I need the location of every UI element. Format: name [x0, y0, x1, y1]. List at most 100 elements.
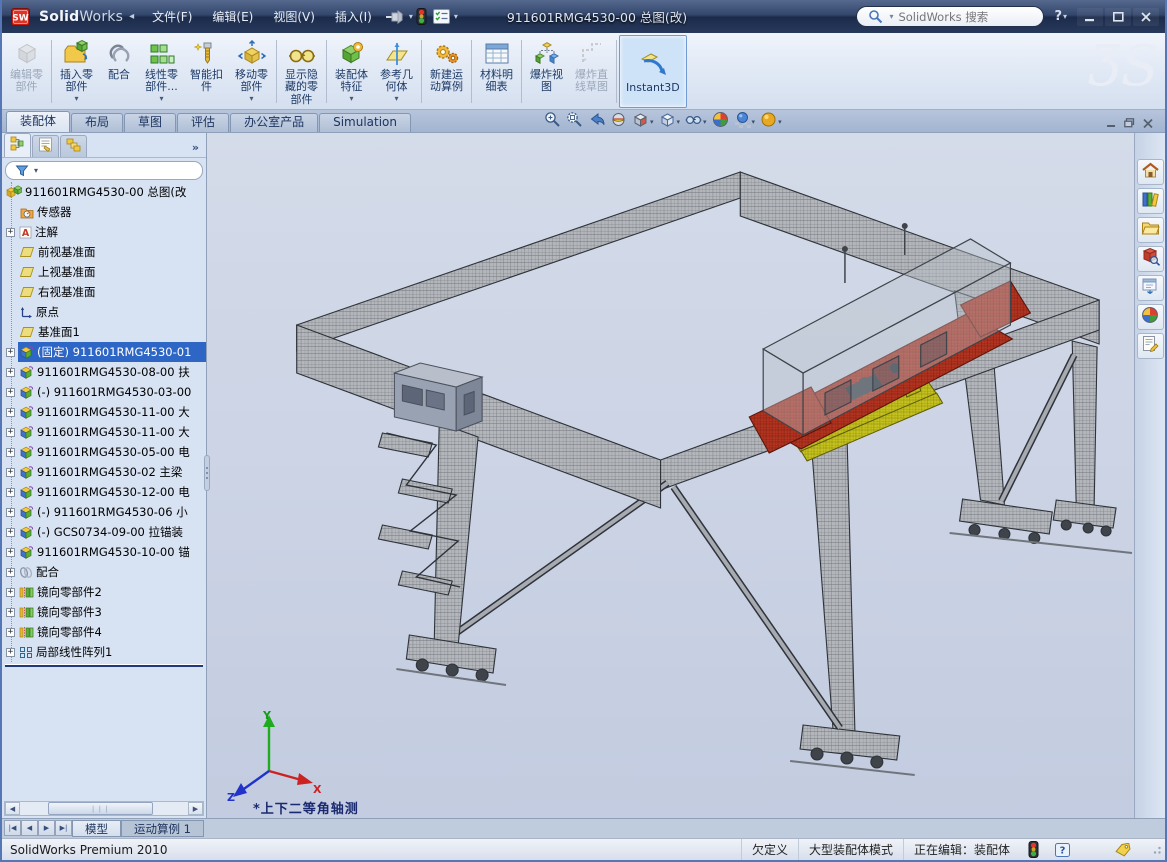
- expand-toggle-icon[interactable]: +: [6, 648, 15, 657]
- expand-toggle-icon[interactable]: +: [6, 388, 15, 397]
- linear-component-pattern-button[interactable]: 线性零部件...▾: [139, 35, 184, 108]
- tree-item[interactable]: +镜向零部件2: [2, 582, 206, 602]
- exploded-view-button[interactable]: 爆炸视图: [524, 35, 569, 108]
- expand-toggle-icon[interactable]: +: [6, 628, 15, 637]
- tab-Simulation[interactable]: Simulation: [319, 113, 411, 132]
- new-motion-study-button[interactable]: 新建运动算例: [424, 35, 469, 108]
- scrollbar-thumb[interactable]: ❘❘❘: [48, 802, 153, 815]
- pin-menu-icon[interactable]: [385, 10, 405, 24]
- propertymanager-tab[interactable]: [32, 135, 59, 157]
- reference-geometry-button[interactable]: 参考几何体▾: [374, 35, 419, 108]
- search-dropdown-arrow-icon[interactable]: ▾: [889, 12, 893, 21]
- appearances-scenes-button[interactable]: [1137, 304, 1164, 330]
- hide-show-items-button[interactable]: ▾: [683, 110, 709, 133]
- tree-item[interactable]: 911601RMG4530-00 总图(改: [2, 182, 206, 202]
- tree-item[interactable]: 原点: [2, 302, 206, 322]
- view-orientation-button[interactable]: ▾: [630, 110, 656, 133]
- previous-tab-button[interactable]: ◀: [21, 820, 38, 836]
- tree-item[interactable]: 右视基准面: [2, 282, 206, 302]
- dropdown-arrow-icon[interactable]: ▾: [650, 118, 654, 126]
- file-explorer-button[interactable]: [1137, 217, 1164, 243]
- traffic-light-icon[interactable]: [416, 8, 427, 25]
- dropdown-arrow-icon[interactable]: ▾: [677, 118, 681, 126]
- tree-item[interactable]: 上视基准面: [2, 262, 206, 282]
- dropdown-arrow-icon[interactable]: ▾: [349, 95, 353, 104]
- menu-item[interactable]: 文件(F): [142, 4, 202, 29]
- previous-view-button[interactable]: [586, 110, 607, 133]
- tag-icon[interactable]: [1114, 843, 1132, 857]
- tree-filter-box[interactable]: ▾: [5, 161, 203, 180]
- custom-properties-button[interactable]: [1137, 333, 1164, 359]
- tree-item[interactable]: +镜向零部件4: [2, 622, 206, 642]
- tree-item[interactable]: +(-) 911601RMG4530-06 小: [2, 502, 206, 522]
- tree-item[interactable]: +911601RMG4530-12-00 电: [2, 482, 206, 502]
- edit-appearance-button[interactable]: [710, 110, 731, 133]
- expand-toggle-icon[interactable]: +: [6, 368, 15, 377]
- tree-item[interactable]: 传感器: [2, 202, 206, 222]
- configurationmanager-tab[interactable]: [60, 135, 87, 157]
- tree-item[interactable]: +镜向零部件3: [2, 602, 206, 622]
- design-library-button[interactable]: [1137, 188, 1164, 214]
- instant3d-button[interactable]: Instant3D: [619, 35, 687, 108]
- tree-item[interactable]: +A注解: [2, 222, 206, 242]
- graphics-viewport[interactable]: Y X Z *上下二等角轴测: [207, 133, 1134, 818]
- doc-close-button[interactable]: [1143, 113, 1153, 132]
- dropdown-arrow-icon[interactable]: ▾: [394, 95, 398, 104]
- tree-item[interactable]: 基准面1: [2, 322, 206, 342]
- expand-toggle-icon[interactable]: +: [6, 568, 15, 577]
- expand-toggle-icon[interactable]: +: [6, 468, 15, 477]
- menu-item[interactable]: 视图(V): [263, 4, 325, 29]
- apply-scene-button[interactable]: ▾: [732, 110, 758, 133]
- tree-item[interactable]: +911601RMG4530-02 主梁: [2, 462, 206, 482]
- search-box[interactable]: ▾: [856, 6, 1044, 27]
- tree-item[interactable]: +配合: [2, 562, 206, 582]
- dropdown-arrow-icon[interactable]: ▾: [249, 95, 253, 104]
- search-button[interactable]: [1137, 246, 1164, 272]
- rollback-bar[interactable]: [5, 664, 203, 667]
- maximize-button[interactable]: [1105, 8, 1131, 26]
- tree-item[interactable]: +局部线性阵列1: [2, 642, 206, 662]
- pin-dropdown-arrow-icon[interactable]: ▾: [409, 12, 413, 21]
- tab-评估[interactable]: 评估: [177, 113, 229, 132]
- smart-fasteners-button[interactable]: 智能扣件: [184, 35, 229, 108]
- expand-toggle-icon[interactable]: +: [6, 528, 15, 537]
- tree-item[interactable]: +911601RMG4530-08-00 扶: [2, 362, 206, 382]
- tab-布局[interactable]: 布局: [71, 113, 123, 132]
- menu-item[interactable]: 插入(I): [325, 4, 382, 29]
- help-status-icon[interactable]: ?: [1055, 843, 1070, 857]
- view-settings-button[interactable]: ▾: [758, 110, 784, 133]
- dropdown-arrow-icon[interactable]: ▾: [778, 118, 782, 126]
- expand-toggle-icon[interactable]: +: [6, 228, 15, 237]
- zoom-to-area-button[interactable]: [564, 110, 585, 133]
- sheet-tab-模型[interactable]: 模型: [72, 820, 121, 837]
- solidworks-resources-button[interactable]: [1137, 159, 1164, 185]
- display-style-button[interactable]: ▾: [657, 110, 683, 133]
- expand-toggle-icon[interactable]: +: [6, 408, 15, 417]
- tree-item[interactable]: +(-) GCS0734-09-00 拉锚装: [2, 522, 206, 542]
- 3d-model-crane[interactable]: [207, 133, 1134, 818]
- scrollbar-track[interactable]: ❘❘❘: [20, 802, 188, 815]
- dropdown-arrow-icon[interactable]: ▾: [703, 118, 707, 126]
- zoom-to-fit-button[interactable]: [542, 110, 563, 133]
- menu-collapse-arrow-icon[interactable]: ◂: [129, 11, 134, 22]
- dropdown-arrow-icon[interactable]: ▾: [159, 95, 163, 104]
- last-tab-button[interactable]: ▶|: [55, 820, 72, 836]
- assembly-features-button[interactable]: 装配体特征▾: [329, 35, 374, 108]
- tree-item[interactable]: +(-) 911601RMG4530-03-00: [2, 382, 206, 402]
- scroll-left-button[interactable]: ◀: [5, 802, 20, 815]
- panel-flyout-chevron[interactable]: »: [187, 141, 204, 157]
- tab-办公室产品[interactable]: 办公室产品: [230, 113, 318, 132]
- featuremanager-tree-tab[interactable]: [4, 133, 31, 157]
- tree-item[interactable]: +911601RMG4530-05-00 电: [2, 442, 206, 462]
- show-hidden-components-button[interactable]: 显示隐藏的零部件: [279, 35, 324, 108]
- expand-toggle-icon[interactable]: +: [6, 448, 15, 457]
- menu-item[interactable]: 编辑(E): [202, 4, 263, 29]
- sheet-tab-运动算例 1[interactable]: 运动算例 1: [121, 820, 204, 837]
- dropdown-arrow-icon[interactable]: ▾: [74, 95, 78, 104]
- first-tab-button[interactable]: |◀: [4, 820, 21, 836]
- scroll-right-button[interactable]: ▶: [188, 802, 203, 815]
- filter-dropdown-arrow-icon[interactable]: ▾: [34, 166, 38, 175]
- tree-item[interactable]: +911601RMG4530-11-00 大: [2, 422, 206, 442]
- move-component-button[interactable]: 移动零部件▾: [229, 35, 274, 108]
- tree-item[interactable]: +(固定) 911601RMG4530-01: [2, 342, 206, 362]
